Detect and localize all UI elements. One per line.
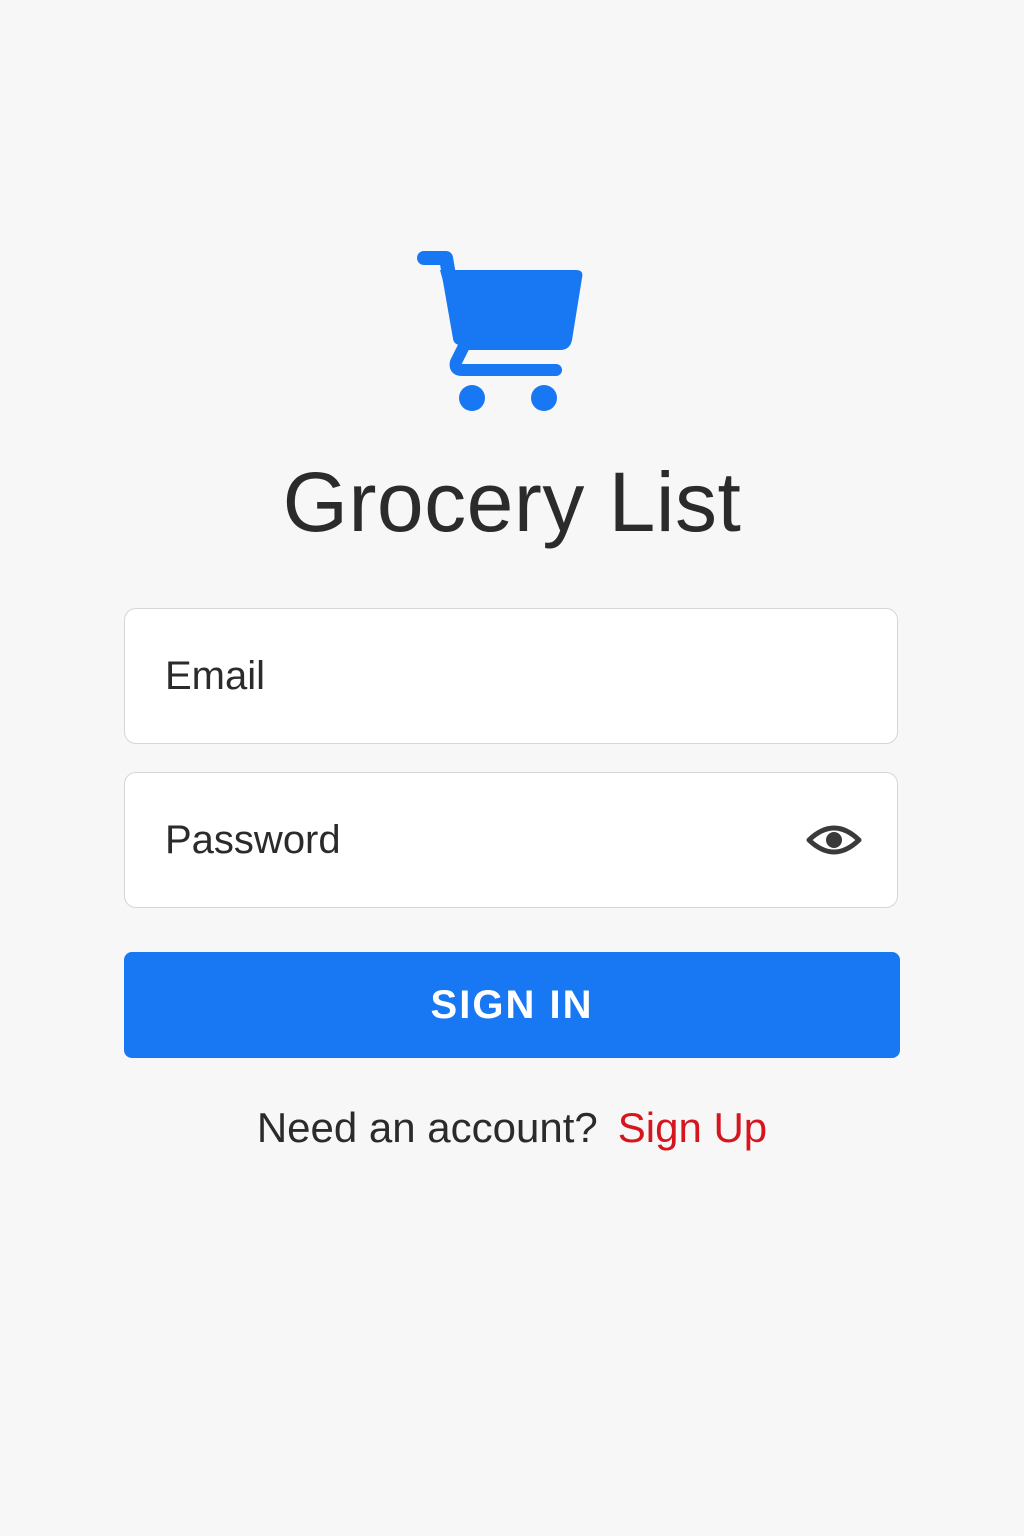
eye-icon[interactable] bbox=[805, 819, 863, 861]
email-field[interactable] bbox=[165, 609, 785, 743]
signup-row: Need an account? Sign Up bbox=[0, 1100, 1024, 1156]
signup-prompt: Need an account? bbox=[256, 1104, 598, 1151]
password-field[interactable] bbox=[165, 773, 785, 907]
shopping-cart-icon bbox=[417, 251, 583, 411]
sign-up-link[interactable]: Sign Up bbox=[618, 1104, 767, 1151]
sign-in-button[interactable]: SIGN IN bbox=[124, 952, 900, 1058]
email-field-container bbox=[124, 608, 898, 744]
app-title: Grocery List bbox=[282, 455, 742, 549]
password-field-container bbox=[124, 772, 898, 908]
